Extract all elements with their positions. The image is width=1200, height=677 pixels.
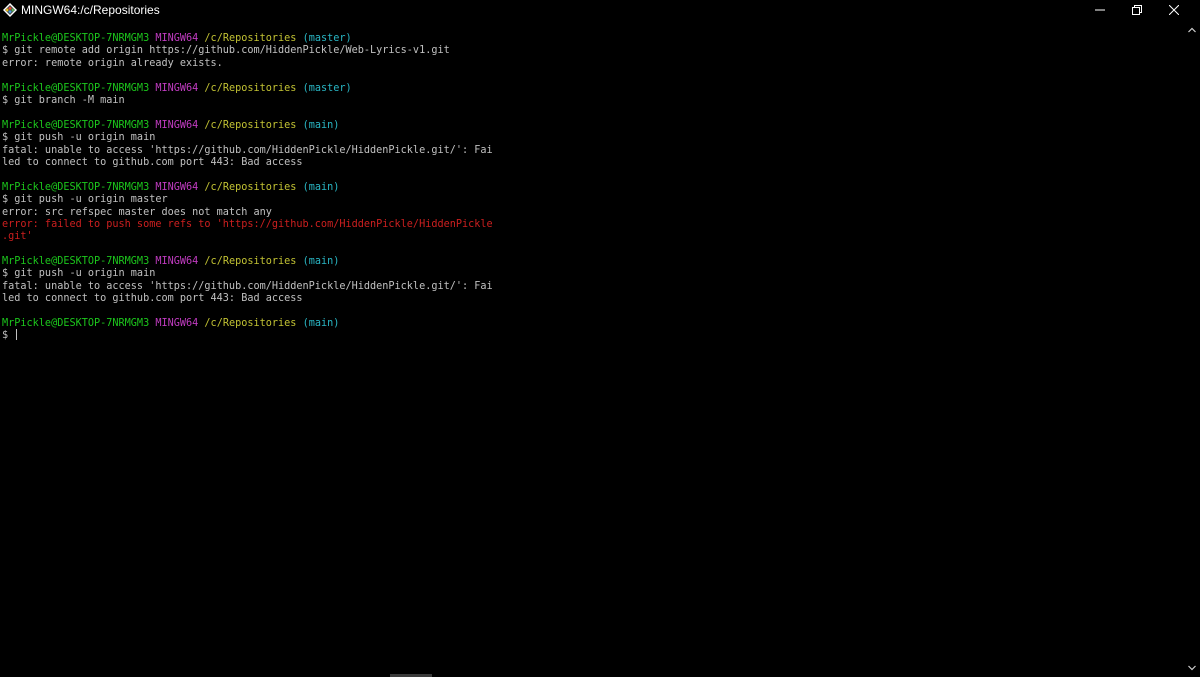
prompt-env: MINGW64 (155, 318, 199, 329)
command-line: $ git branch -M main (2, 95, 125, 106)
prompt-env: MINGW64 (155, 256, 199, 267)
prompt-env: MINGW64 (155, 33, 199, 44)
prompt-path: /c/Repositories (204, 33, 297, 44)
input-line[interactable]: $ (2, 329, 18, 342)
command-line: $ git push -u origin main (2, 268, 156, 279)
prompt-user-host: MrPickle@DESKTOP-7NRMGM3 (2, 318, 150, 329)
close-button[interactable] (1151, 0, 1197, 20)
prompt-user-host: MrPickle@DESKTOP-7NRMGM3 (2, 33, 150, 44)
scroll-down-button[interactable] (1184, 660, 1200, 676)
error-line: .git' (2, 231, 33, 242)
scroll-up-button[interactable] (1184, 22, 1200, 38)
prompt-path: /c/Repositories (204, 120, 297, 131)
window-title: MINGW64:/c/Repositories (21, 3, 160, 17)
restore-icon (1132, 5, 1142, 15)
prompt-branch: (main) (302, 318, 340, 329)
prompt-env: MINGW64 (155, 120, 199, 131)
minimize-icon (1095, 9, 1105, 11)
prompt-path: /c/Repositories (204, 182, 297, 193)
chevron-down-icon (1188, 665, 1196, 671)
prompt-path: /c/Repositories (204, 318, 297, 329)
error-line: error: failed to push some refs to 'http… (2, 219, 493, 230)
prompt-env: MINGW64 (155, 182, 199, 193)
command-line: $ git remote add origin https://github.c… (2, 45, 450, 56)
git-bash-icon (3, 3, 17, 17)
prompt-branch: (master) (302, 83, 352, 94)
prompt-branch: (main) (302, 120, 340, 131)
prompt-path: /c/Repositories (204, 83, 297, 94)
prompt-branch: (master) (302, 33, 352, 44)
command-line: $ git push -u origin main (2, 132, 156, 143)
prompt-user-host: MrPickle@DESKTOP-7NRMGM3 (2, 182, 150, 193)
prompt-user-host: MrPickle@DESKTOP-7NRMGM3 (2, 120, 150, 131)
prompt-user-host: MrPickle@DESKTOP-7NRMGM3 (2, 256, 150, 267)
prompt-path: /c/Repositories (204, 256, 297, 267)
input-prompt: $ (2, 330, 15, 341)
command-line: $ git push -u origin master (2, 194, 168, 205)
text-cursor (16, 329, 18, 340)
prompt-branch: (main) (302, 182, 340, 193)
title-bar[interactable]: MINGW64:/c/Repositories (0, 0, 1200, 20)
vertical-scrollbar[interactable] (1184, 20, 1200, 677)
chevron-up-icon (1188, 27, 1196, 33)
terminal-output[interactable]: MrPickle@DESKTOP-7NRMGM3 MINGW64 /c/Repo… (0, 20, 1184, 677)
output-line: led to connect to github.com port 443: B… (2, 157, 303, 168)
prompt-env: MINGW64 (155, 83, 199, 94)
output-line: led to connect to github.com port 443: B… (2, 293, 303, 304)
prompt-branch: (main) (302, 256, 340, 267)
close-icon (1169, 5, 1179, 15)
prompt-user-host: MrPickle@DESKTOP-7NRMGM3 (2, 83, 150, 94)
prompt-line: MrPickle@DESKTOP-7NRMGM3 MINGW64 /c/Repo… (2, 317, 339, 330)
output-line: error: remote origin already exists. (2, 58, 223, 69)
